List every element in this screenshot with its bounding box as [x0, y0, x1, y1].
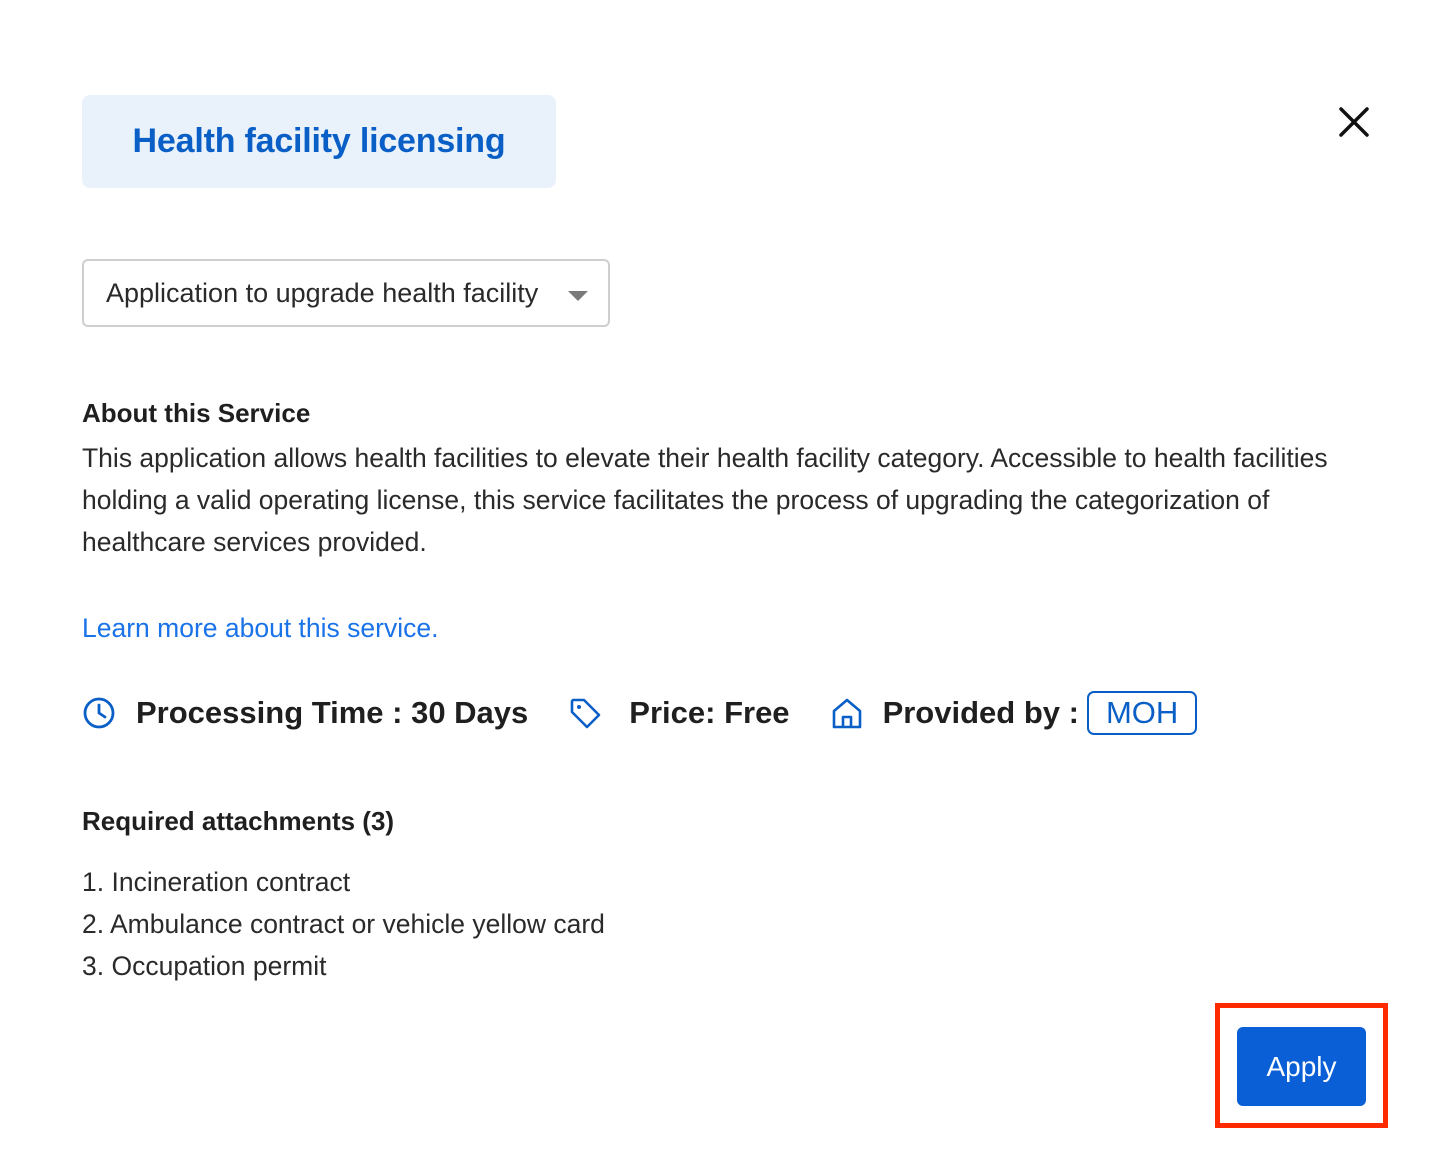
tag-icon — [568, 696, 602, 730]
about-heading: About this Service — [82, 398, 311, 428]
service-title-badge: Health facility licensing — [82, 95, 556, 188]
close-button[interactable] — [1332, 100, 1376, 144]
service-type-select[interactable]: Application to upgrade health facility — [82, 259, 610, 327]
chevron-down-icon — [568, 291, 588, 301]
clock-icon — [82, 696, 116, 730]
learn-more-link[interactable]: Learn more about this service. — [82, 613, 438, 644]
price: Price: Free — [629, 695, 790, 730]
list-item: 3. Occupation permit — [82, 951, 327, 981]
provider-badge: MOH — [1086, 691, 1198, 735]
home-icon — [830, 696, 864, 730]
list-item: 2. Ambulance contract or vehicle yellow … — [82, 909, 605, 939]
provided-by-label: Provided by : — [882, 695, 1079, 730]
processing-time: Processing Time : 30 Days — [136, 695, 529, 730]
service-meta-row: Processing Time : 30 Days Price: Free Pr… — [82, 688, 1198, 738]
page-title: Health facility licensing — [132, 122, 506, 160]
list-item: 1. Incineration contract — [82, 867, 351, 897]
attachments-heading: Required attachments (3) — [82, 806, 395, 836]
attachments-list: 1. Incineration contract 2. Ambulance co… — [82, 861, 605, 987]
service-type-selected: Application to upgrade health facility — [106, 277, 539, 308]
close-icon — [1339, 107, 1369, 137]
about-description: This application allows health facilitie… — [82, 443, 1328, 557]
apply-button[interactable]: Apply — [1237, 1027, 1366, 1106]
